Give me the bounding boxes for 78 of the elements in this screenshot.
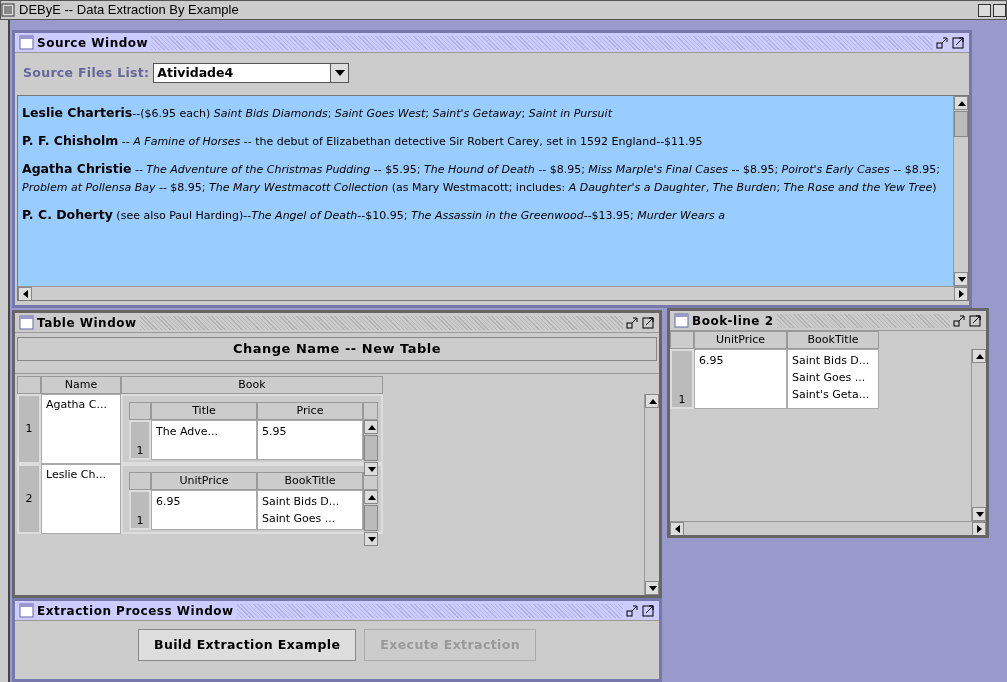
row-header[interactable]: 1 — [129, 420, 151, 460]
window-title: Table Window — [37, 314, 137, 332]
cell-text: Saint Bids D... — [262, 494, 341, 510]
scroll-down-button[interactable] — [645, 581, 659, 595]
paragraph: Leslie Charteris--($6.95 each) Saint Bids Diamonds; Saint Goes West; Saint's Getaway; Saint in Pursuit — [22, 104, 614, 122]
horizontal-scrollbar[interactable] — [18, 286, 968, 300]
cell-text: Saint Goes ... — [792, 370, 867, 386]
window-icon — [19, 603, 34, 618]
column-header: UnitPrice — [151, 472, 257, 490]
horizontal-scrollbar[interactable] — [670, 521, 986, 535]
table-name-button[interactable]: Change Name -- New Table — [17, 337, 657, 361]
corner-header — [363, 402, 378, 420]
cell-text: The Adve... — [156, 424, 220, 440]
restore-icon[interactable] — [953, 314, 966, 327]
window-title: Source Window — [37, 34, 149, 52]
restore-icon[interactable] — [936, 36, 949, 49]
scroll-right-button[interactable] — [954, 287, 968, 300]
corner-header — [17, 376, 41, 394]
scroll-down-button[interactable] — [364, 532, 378, 546]
corner-header — [129, 402, 151, 420]
paragraph: P. C. Doherty (see also Paul Harding)--The Angel of Death--$10.95; The Assassin in the Greenwood--$13.95; Murder Wears a — [22, 206, 726, 224]
scroll-thumb[interactable] — [954, 111, 968, 137]
table-cell: Agatha C... — [41, 394, 121, 464]
scroll-thumb[interactable] — [364, 435, 378, 461]
cell-text: Saint Goes ... — [262, 511, 337, 527]
window-title: Extraction Process Window — [37, 602, 234, 620]
paragraph: P. F. Chisholm -- A Famine of Horses -- the debut of Elizabethan detective Sir Robert Carey, set in 1592 England--$11.95 — [22, 132, 704, 150]
row-header[interactable]: 2 — [17, 464, 41, 534]
file-dropdown[interactable]: Atividade4 — [153, 63, 350, 83]
vertical-scrollbar[interactable] — [644, 394, 659, 595]
vertical-scrollbar[interactable] — [971, 349, 986, 521]
scroll-down-button[interactable] — [364, 462, 378, 476]
vertical-scrollbar[interactable] — [953, 96, 968, 286]
cell-text: Saint's Geta... — [792, 387, 871, 403]
column-header: Name — [41, 376, 121, 394]
column-header: Title — [151, 402, 257, 420]
scroll-up-button[interactable] — [954, 96, 968, 110]
row-header[interactable]: 1 — [17, 394, 41, 464]
scroll-up-button[interactable] — [645, 394, 659, 408]
column-header: BookTitle — [787, 331, 879, 349]
column-header: Book — [121, 376, 383, 394]
table-cell: Leslie Ch... — [41, 464, 121, 534]
menu-icon[interactable] — [1, 3, 15, 17]
minimize-button[interactable] — [978, 3, 991, 17]
cell-text: 5.95 — [262, 424, 288, 440]
window-icon — [19, 35, 34, 50]
cell-text: Saint Bids D... — [792, 353, 871, 369]
scroll-thumb[interactable] — [364, 505, 378, 531]
scroll-up-button[interactable] — [972, 349, 986, 363]
maximize-icon[interactable] — [642, 604, 655, 617]
maximize-icon[interactable] — [969, 314, 982, 327]
column-header: BookTitle — [257, 472, 363, 490]
maximize-button[interactable] — [993, 3, 1006, 17]
scroll-right-button[interactable] — [972, 522, 986, 535]
row-header[interactable]: 1 — [129, 490, 151, 530]
scroll-left-button[interactable] — [670, 522, 684, 535]
window-icon — [674, 313, 689, 328]
window-icon — [19, 315, 34, 330]
field-label: Source Files List: — [23, 63, 150, 82]
maximize-icon[interactable] — [642, 316, 655, 329]
scroll-left-button[interactable] — [18, 287, 32, 300]
row-header[interactable]: 1 — [670, 349, 694, 409]
column-header: UnitPrice — [694, 331, 787, 349]
cell-text: 6.95 — [699, 353, 725, 369]
scroll-up-button[interactable] — [364, 490, 378, 504]
window-title: Book-line 2 — [692, 312, 774, 330]
cell-text: 6.95 — [156, 494, 182, 510]
scroll-down-button[interactable] — [954, 272, 968, 286]
restore-icon[interactable] — [626, 316, 639, 329]
scroll-up-button[interactable] — [364, 420, 378, 434]
action-button[interactable]: Build Extraction Example — [137, 629, 357, 661]
app-title: DEByE -- Data Extraction By Example — [19, 1, 239, 20]
scroll-down-button[interactable] — [972, 507, 986, 521]
paragraph: Agatha Christie -- The Adventure of the Christmas Pudding -- $5.95; The Hound of Death -- $8.95; Miss Marple's Final Cases -- $8.95; Poirot's Early Cases -- $8.95; Problem at Pollensa Bay -- $8.95; The Mary Westmacott Collection (as Mary Westmacott; includes: A Daughter's a Daughter, The Burden; The Rose and the Yew Tree) — [22, 160, 941, 196]
column-header: Price — [257, 402, 363, 420]
restore-icon[interactable] — [626, 604, 639, 617]
corner-header — [129, 472, 151, 490]
maximize-icon[interactable] — [952, 36, 965, 49]
